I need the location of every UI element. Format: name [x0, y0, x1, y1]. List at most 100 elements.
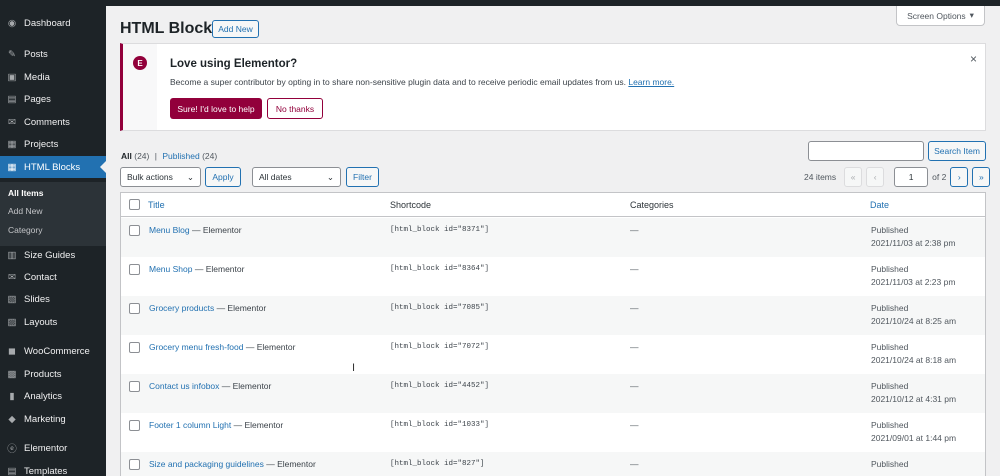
sidebar-item-analytics[interactable]: ▮ Analytics [0, 385, 106, 407]
row-title-link[interactable]: Menu Shop [149, 264, 192, 274]
view-published[interactable]: Published [162, 151, 199, 161]
chevron-down-icon: ⌄ [326, 171, 334, 182]
close-icon[interactable]: × [970, 52, 977, 66]
row-post-state: — Elementor [231, 420, 284, 430]
row-date-value: 2021/10/12 at 4:31 pm [871, 394, 957, 404]
row-title-link[interactable]: Grocery products [149, 303, 214, 313]
row-title-link[interactable]: Footer 1 column Light [149, 420, 231, 430]
opt-in-button[interactable]: Sure! I'd love to help [170, 98, 262, 119]
column-title[interactable]: Title [148, 200, 165, 210]
sidebar-item-marketing[interactable]: ◆ Marketing [0, 408, 106, 430]
sidebar-item-pages[interactable]: ▤ Pages [0, 88, 106, 110]
view-published-count: (24) [202, 151, 218, 161]
dashboard-icon: ◉ [7, 17, 17, 29]
dates-select[interactable]: All dates ⌄ [252, 167, 341, 187]
view-all[interactable]: All [121, 151, 132, 161]
table-row: Grocery products — Elementor [html_block… [121, 296, 985, 335]
submenu-add-new[interactable]: Add New [8, 206, 43, 216]
sidebar-item-slides[interactable]: ▧ Slides [0, 288, 106, 310]
sidebar-item-contact[interactable]: ✉ Contact [0, 266, 106, 288]
submenu-category[interactable]: Category [8, 225, 43, 235]
row-date-value: 2021/10/24 at 8:18 am [871, 355, 957, 365]
sidebar-item-label: Media [24, 71, 50, 83]
pin-icon: ✎ [8, 48, 16, 60]
caret-down-icon: ▾ [969, 10, 974, 20]
row-post-state: — Elementor [189, 225, 242, 235]
main-content: Screen Options ▾ HTML Blocks Add New E L… [106, 6, 1000, 476]
sidebar-item-label: Products [24, 368, 62, 380]
sidebar-item-woocommerce[interactable]: ◼ WooCommerce [0, 340, 106, 362]
html-blocks-table: Title Shortcode Categories Date Menu Blo… [120, 192, 986, 476]
table-row: Menu Blog — Elementor [html_block id="83… [121, 218, 985, 257]
bulk-actions-select[interactable]: Bulk actions ⌄ [120, 167, 201, 187]
screen-options-label: Screen Options [907, 10, 966, 21]
marketing-icon: ◆ [8, 413, 16, 425]
sidebar-item-label: Slides [24, 293, 50, 305]
pagination: 24 items « ‹ 1 of 2 › » [804, 167, 991, 187]
view-all-count: (24) [134, 151, 150, 161]
view-separator: | [154, 151, 157, 161]
current-page-input[interactable]: 1 [894, 167, 929, 187]
row-post-state: — Elementor [243, 342, 296, 352]
learn-more-link[interactable]: Learn more. [628, 77, 674, 87]
sidebar-item-projects[interactable]: ▦ Projects [0, 133, 106, 155]
row-date-value: 2021/11/03 at 2:23 pm [871, 277, 956, 287]
first-page-button[interactable]: « [844, 167, 863, 187]
row-checkbox[interactable] [129, 225, 140, 236]
row-date-value: 2021/09/01 at 1:44 pm [871, 433, 957, 443]
row-date: Published 2021/10/24 at 8:25 am [871, 302, 956, 328]
row-status: Published [871, 381, 909, 391]
search-input[interactable] [808, 141, 924, 161]
no-thanks-button[interactable]: No thanks [267, 98, 323, 119]
row-title-link[interactable]: Menu Blog [149, 225, 190, 235]
sidebar-item-label: WooCommerce [24, 345, 90, 357]
next-page-button[interactable]: › [950, 167, 969, 187]
products-icon: ▩ [7, 368, 17, 380]
submenu-all-items[interactable]: All Items [8, 188, 43, 198]
page-title: HTML Blocks [120, 20, 222, 37]
size-guides-icon: ▥ [7, 249, 17, 261]
row-checkbox[interactable] [129, 459, 140, 470]
row-title-link[interactable]: Grocery menu fresh-food [149, 342, 243, 352]
media-icon: ▣ [7, 71, 17, 83]
sidebar-item-html-blocks[interactable]: ▦ HTML Blocks [0, 156, 106, 178]
row-checkbox[interactable] [129, 420, 140, 431]
row-checkbox[interactable] [129, 342, 140, 353]
sidebar-item-dashboard[interactable]: ◉ Dashboard [0, 12, 106, 34]
text-cursor-icon: Ι [352, 362, 356, 374]
row-checkbox[interactable] [129, 264, 140, 275]
sidebar-item-posts[interactable]: ✎ Posts [0, 43, 106, 65]
row-checkbox[interactable] [129, 303, 140, 314]
search-item-button[interactable]: Search Item [928, 141, 986, 161]
row-title-link[interactable]: Contact us infobox [149, 381, 219, 391]
comments-icon: ✉ [8, 116, 16, 128]
sidebar-item-layouts[interactable]: ▨ Layouts [0, 311, 106, 333]
add-new-button[interactable]: Add New [212, 20, 259, 38]
row-date: Published 2021/09/01 at 1:44 pm [871, 419, 956, 445]
screen-options-button[interactable]: Screen Options ▾ [896, 6, 985, 26]
sidebar-item-size-guides[interactable]: ▥ Size Guides [0, 244, 106, 266]
row-shortcode: [html_block id="7085"] [390, 304, 490, 312]
filter-button[interactable]: Filter [346, 167, 379, 187]
last-page-button[interactable]: » [972, 167, 991, 187]
sidebar-item-label: Layouts [24, 316, 58, 328]
apply-button[interactable]: Apply [205, 167, 241, 187]
sidebar-item-comments[interactable]: ✉ Comments [0, 111, 106, 133]
row-categories: — [630, 420, 639, 430]
sidebar-item-media[interactable]: ▣ Media [0, 66, 106, 88]
row-shortcode: [html_block id="1033"] [390, 421, 490, 429]
select-all-checkbox[interactable] [129, 199, 140, 210]
row-post-state: — Elementor [192, 264, 245, 274]
row-checkbox[interactable] [129, 381, 140, 392]
pages-icon: ▤ [7, 93, 17, 105]
row-categories: — [630, 303, 639, 313]
sidebar-item-label: Size Guides [24, 249, 76, 261]
prev-page-button[interactable]: ‹ [866, 167, 885, 187]
sidebar-item-templates[interactable]: ▤ Templates [0, 460, 106, 476]
total-pages: of 2 [932, 172, 947, 182]
sidebar-item-products[interactable]: ▩ Products [0, 363, 106, 385]
projects-icon: ▦ [7, 138, 17, 150]
sidebar-item-elementor[interactable]: ⓔ Elementor [0, 437, 106, 459]
row-title-link[interactable]: Size and packaging guidelines [149, 459, 264, 469]
column-date[interactable]: Date [870, 200, 889, 210]
